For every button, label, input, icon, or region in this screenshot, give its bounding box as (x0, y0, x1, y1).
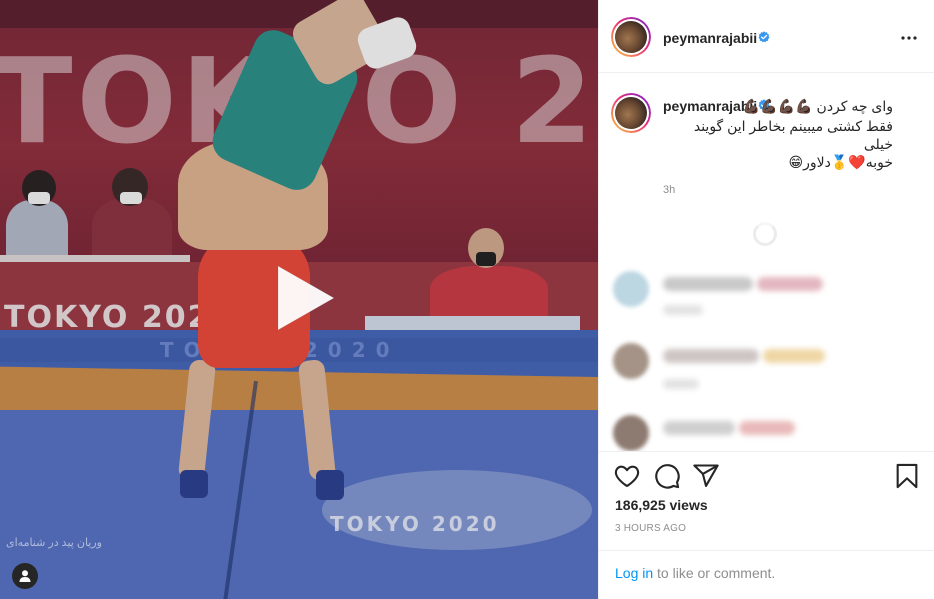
comment-avatar (613, 343, 649, 379)
author-username[interactable]: peymanrajabii (663, 30, 757, 46)
comment-blurred-text (763, 349, 825, 363)
login-link[interactable]: Log in (615, 565, 653, 581)
loading-spinner (753, 222, 777, 246)
comments-section: peymanrajabii وای چه کردن 💪🏿💪🏿💪🏿💪🏿 فقط ک… (599, 73, 934, 451)
share-icon (693, 464, 719, 487)
login-prompt-text: to like or comment. (653, 565, 776, 581)
comment-blurred-meta (663, 305, 703, 315)
post-header: peymanrajabii (599, 0, 934, 73)
login-prompt: Log in to like or comment. (599, 550, 934, 599)
comment-blurred-text (739, 421, 795, 435)
play-button[interactable] (268, 262, 340, 334)
tagged-users-button[interactable] (12, 563, 38, 589)
play-icon (277, 265, 335, 331)
more-horizontal-icon (901, 36, 917, 40)
media-caption-overlay: وریان پید در شنامه‌ای (6, 537, 102, 549)
post-details-panel: peymanrajabii peymanrajabii وای چه کردن … (598, 0, 934, 599)
save-button[interactable] (893, 462, 921, 490)
comment-icon (655, 464, 680, 489)
comment-blurred-text (663, 349, 759, 363)
comment-avatar (613, 415, 649, 451)
comment-row (599, 269, 934, 329)
post-actions-section: 186,925 views 3 HOURS AGO Log in to like… (599, 451, 934, 599)
post-timestamp[interactable]: 3 HOURS AGO (615, 523, 686, 534)
like-button[interactable] (613, 462, 641, 490)
avatar-photo (615, 21, 647, 53)
comment-blurred-text (663, 421, 735, 435)
bookmark-icon (896, 463, 918, 489)
post-media-video[interactable]: TOKYO 20 TOKYO 2020 TOKYO 2020 TOKYO 202… (0, 0, 598, 599)
more-options-button[interactable] (897, 26, 921, 50)
caption-line-1: وای چه کردن 💪🏿💪🏿💪🏿💪🏿 (742, 98, 893, 114)
verified-badge-icon (758, 31, 770, 43)
comment-blurred-text (663, 277, 753, 291)
caption-line-2: فقط کشتی میبینم بخاطر این گویند خیلی (693, 118, 893, 152)
share-button[interactable] (692, 462, 720, 490)
comment-blurred-meta (663, 379, 699, 389)
comment-button[interactable] (653, 462, 681, 490)
avatar-photo (615, 97, 647, 129)
comment-row (599, 341, 934, 401)
caption-text: وای چه کردن 💪🏿💪🏿💪🏿💪🏿 فقط کشتی میبینم بخا… (663, 97, 893, 171)
caption-author-avatar[interactable] (611, 93, 651, 133)
author-avatar[interactable] (611, 17, 651, 57)
caption-line-3: خوبه❤️🥇دلاور😁 (788, 154, 894, 170)
view-count[interactable]: 186,925 views (615, 497, 708, 513)
comment-avatar (613, 271, 649, 307)
comment-blurred-text (757, 277, 823, 291)
caption-timestamp[interactable]: 3h (663, 184, 675, 196)
user-icon (19, 570, 31, 582)
comment-row (599, 413, 934, 451)
heart-icon (614, 465, 640, 487)
